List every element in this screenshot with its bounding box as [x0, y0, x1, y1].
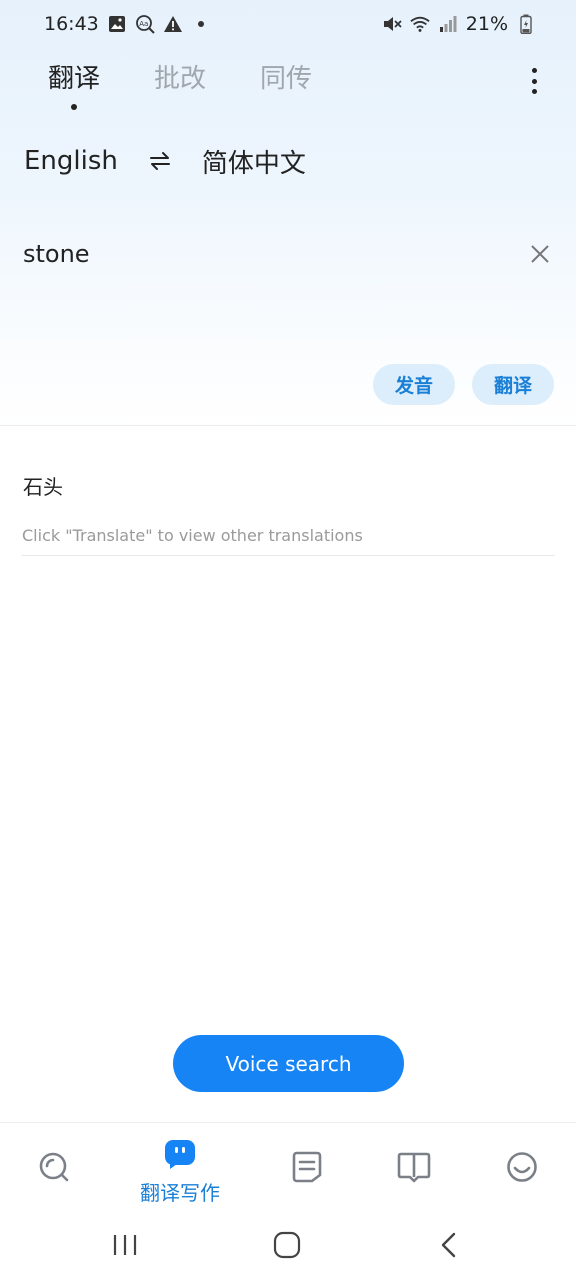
- status-right: 21%: [382, 13, 536, 35]
- translation-hint: Click "Translate" to view other translat…: [22, 526, 363, 545]
- tab-interpret[interactable]: 同传: [260, 58, 312, 95]
- recent-apps-icon[interactable]: [112, 1232, 138, 1262]
- tab-translate-label: 翻译: [48, 64, 101, 94]
- smile-icon: [506, 1151, 538, 1187]
- more-dot-icon: [531, 89, 537, 94]
- notes-icon: [292, 1151, 322, 1187]
- wifi-icon: [410, 14, 430, 34]
- more-dot-icon: [531, 78, 537, 84]
- nav-item-translate-write[interactable]: 翻译写作: [130, 1123, 230, 1213]
- voice-search-button[interactable]: Voice search: [173, 1035, 404, 1092]
- nav-item-notes[interactable]: [290, 1123, 324, 1213]
- svg-text:Aa: Aa: [139, 20, 148, 28]
- search-icon: [38, 1151, 70, 1187]
- clear-icon[interactable]: [528, 242, 552, 266]
- chat-bot-icon: [164, 1139, 196, 1173]
- source-language[interactable]: English: [24, 146, 118, 176]
- dot-icon: [191, 14, 211, 34]
- more-menu-button[interactable]: [522, 68, 546, 94]
- system-navigation-bar: [0, 1212, 576, 1280]
- nav-item-book[interactable]: [396, 1123, 432, 1213]
- mode-tabs: 翻译 批改 同传: [48, 58, 312, 110]
- target-language[interactable]: 简体中文: [202, 143, 306, 180]
- signal-icon: [438, 14, 458, 34]
- nav-item-label: 翻译写作: [140, 1181, 220, 1205]
- book-icon: [397, 1151, 431, 1187]
- translation-result: 石头: [23, 475, 63, 499]
- status-bar: 16:43 Aa 21%: [0, 0, 576, 48]
- tab-translate[interactable]: 翻译: [48, 58, 101, 110]
- nav-item-profile[interactable]: [505, 1123, 539, 1213]
- divider: [0, 425, 576, 426]
- image-icon: [107, 14, 127, 34]
- translate-button[interactable]: 翻译: [472, 364, 554, 405]
- tab-correct[interactable]: 批改: [154, 58, 206, 95]
- battery-percent: 21%: [465, 13, 508, 35]
- back-icon[interactable]: [438, 1231, 460, 1263]
- status-time: 16:43: [44, 13, 99, 35]
- language-selector: English 简体中文: [24, 140, 306, 182]
- status-left: 16:43 Aa: [44, 13, 211, 35]
- mute-icon: [382, 14, 402, 34]
- bottom-navigation: 翻译写作: [0, 1122, 576, 1212]
- text-search-icon: Aa: [135, 14, 155, 34]
- pronounce-button[interactable]: 发音: [373, 364, 455, 405]
- nav-item-search[interactable]: [34, 1123, 74, 1213]
- more-dot-icon: [531, 68, 537, 73]
- battery-icon: [516, 14, 536, 34]
- warning-icon: [163, 14, 183, 34]
- tab-correct-label: 批改: [154, 64, 207, 94]
- source-text-input[interactable]: stone: [23, 240, 90, 268]
- tab-interpret-label: 同传: [260, 64, 313, 94]
- swap-languages-icon[interactable]: [148, 149, 172, 173]
- active-tab-indicator: [71, 104, 77, 110]
- divider: [22, 555, 555, 556]
- home-icon[interactable]: [273, 1231, 301, 1263]
